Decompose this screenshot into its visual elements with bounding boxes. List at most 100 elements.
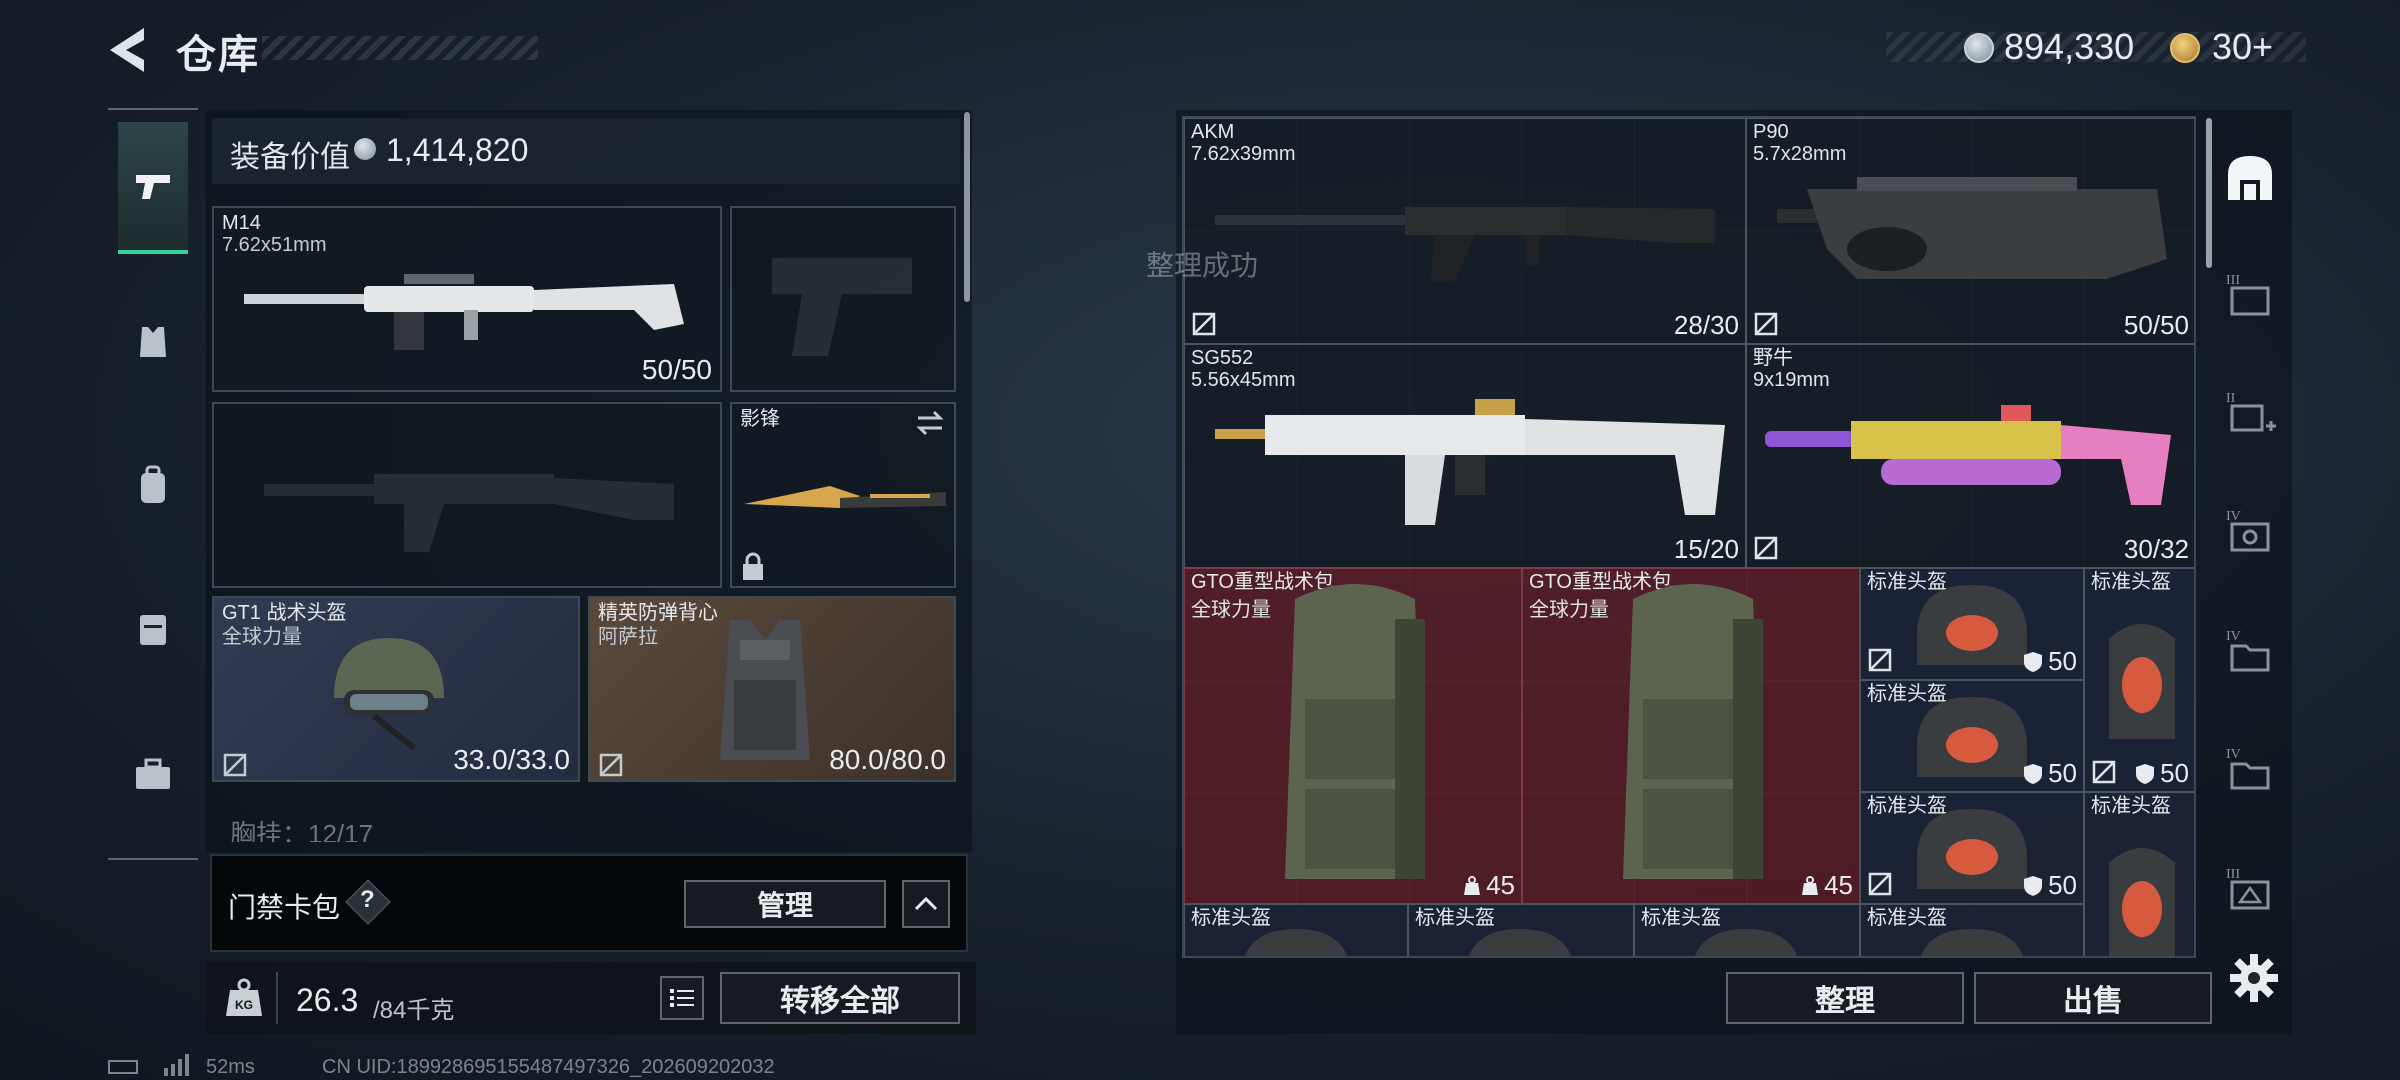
backpack-icon [141,465,165,503]
no-insurance-icon [1754,312,1778,336]
vest-slot[interactable]: 精英防弹背心 阿萨拉 80.0/80.0 [588,596,956,782]
armor-value: 50 [2022,646,2077,677]
battery-icon [108,1060,138,1074]
ammo-count: 28/30 [1673,310,1739,340]
item-brand: 全球力量 [1191,599,1271,621]
storage-3-icon: III [2226,273,2270,316]
category-backpack[interactable] [118,420,188,552]
manage-button[interactable]: 管理 [684,880,886,928]
item-brand: 阿萨拉 [598,626,658,648]
collapse-button[interactable] [902,880,950,928]
rail-storage-3b[interactable]: III [2218,858,2282,922]
backpack-icon [1623,584,1763,879]
rail-label: III [2226,867,2240,882]
chest-rig-icon [140,615,166,645]
home-icon [2228,156,2272,200]
armor-number: 50 [2048,870,2077,900]
warehouse-item-helmet[interactable]: 标准头盔 50 [1860,680,2084,792]
warehouse-item-backpack[interactable]: GTO重型战术包 全球力量 45 [1522,568,1860,904]
list-view-button[interactable] [660,976,704,1020]
ammo-count: 30/32 [2123,534,2189,564]
back-arrow-icon [110,28,144,72]
shield-icon [2024,763,2043,784]
no-insurance-icon [599,753,623,777]
warehouse-item-helmet[interactable]: 标准头盔 [1860,904,2084,956]
category-weapons[interactable] [118,122,188,254]
warehouse-item-p90[interactable]: P90 5.7x28mm 50/50 [1746,118,2194,344]
warehouse-item-sg552[interactable]: SG552 5.56x45mm 15/20 [1184,344,1746,568]
currency-value[interactable]: 894,330 [2004,26,2134,68]
no-insurance-icon [1754,536,1778,560]
armor-value: 50 [2134,758,2189,789]
helmet-icon [2109,848,2175,956]
ticket-icon [2170,33,2200,63]
shield-icon [2136,763,2155,784]
rifle-placeholder-icon [264,474,674,552]
warehouse-item-akm[interactable]: AKM 7.62x39mm 28/30 [1184,118,1746,344]
warehouse-item-bizon[interactable]: 野牛 9x19mm 30/32 [1746,344,2194,568]
capacity-icon [1464,875,1481,895]
helmet-icon [1695,929,1797,956]
item-name: 野牛 [1753,347,1793,369]
armor-value: 50 [2022,870,2077,901]
title-decoration [262,36,538,60]
item-name: P90 [1753,121,1789,143]
access-card-label: 门禁卡包 [228,892,341,923]
equipment-scrollbar[interactable] [964,112,970,302]
warehouse-item-helmet[interactable]: 标准头盔 [1634,904,1860,956]
item-name: 标准头盔 [2091,795,2171,817]
equipment-value-label: 装备价值 [230,141,350,174]
pistol-slot[interactable] [730,206,956,392]
chest-rig-row[interactable]: 胸挂：12/17 [212,806,956,842]
secondary-weapon-slot[interactable] [212,402,722,588]
category-chest-rig[interactable] [118,562,188,694]
warehouse-item-helmet[interactable]: 标准头盔 50 [1860,792,2084,904]
back-button[interactable] [104,24,152,76]
warehouse-item-helmet[interactable]: 标准头盔 [1408,904,1634,956]
durability: 80.0/80.0 [829,744,946,775]
gear-icon[interactable] [2226,950,2282,1006]
rail-storage-4[interactable]: IV [2218,500,2282,564]
transfer-all-button[interactable]: 转移全部 [720,972,960,1024]
category-armor[interactable] [118,276,188,408]
sell-button[interactable]: 出售 [1974,972,2212,1024]
no-insurance-icon [1192,312,1216,336]
armor-number: 50 [2048,758,2077,788]
rail-storage-2[interactable]: II [2218,382,2282,446]
warehouse-item-helmet[interactable]: 标准头盔 50 [2084,568,2194,792]
storage-3b-icon: III [2226,867,2270,910]
no-insurance-icon [1868,872,1892,896]
primary-weapon-slot[interactable]: M14 7.62x51mm 50/50 [212,206,722,392]
category-toolbox[interactable] [118,708,188,840]
warehouse-item-helmet[interactable]: 标准头盔 [2084,792,2194,956]
equipment-value: 1,414,820 [386,132,529,168]
melee-slot[interactable]: 影锋 [730,402,956,588]
warehouse-scrollbar[interactable] [2206,118,2212,268]
warehouse-item-helmet[interactable]: 标准头盔 50 [1860,568,2084,680]
capacity-icon [1802,875,1819,895]
chest-rig-label: 胸挂：12/17 [230,819,374,842]
rail-label: III [2226,273,2240,288]
m14-rifle-icon [244,274,684,350]
sort-button[interactable]: 整理 [1726,972,1964,1024]
divider [276,972,278,1024]
item-name: 标准头盔 [2091,571,2171,593]
weight-current: 26.3 [296,982,359,1018]
warehouse-item-helmet[interactable]: 标准头盔 [1184,904,1408,956]
ticket-value[interactable]: 30+ [2212,26,2273,68]
rail-folder-4b[interactable]: IV [2218,738,2282,802]
ammo-count: 50/50 [2123,310,2189,340]
helmet-slot[interactable]: GT1 战术头盔 全球力量 33.0/33.0 [212,596,580,782]
rail-folder-4a[interactable]: IV [2218,620,2282,684]
swap-icon[interactable] [914,410,946,436]
rail-storage-3[interactable]: III [2218,264,2282,328]
toast-message: 整理成功 [1146,250,1259,281]
rail-home[interactable] [2218,146,2282,210]
chevron-up-icon [914,896,938,911]
warehouse-item-backpack[interactable]: GTO重型战术包 全球力量 45 [1184,568,1522,904]
item-name: SG552 [1191,347,1254,369]
capacity-value: 45 [1824,870,1853,900]
durability: 33.0/33.0 [453,744,570,775]
weight-icon: KG [226,978,262,1016]
item-caliber: 7.62x39mm [1191,143,1296,165]
